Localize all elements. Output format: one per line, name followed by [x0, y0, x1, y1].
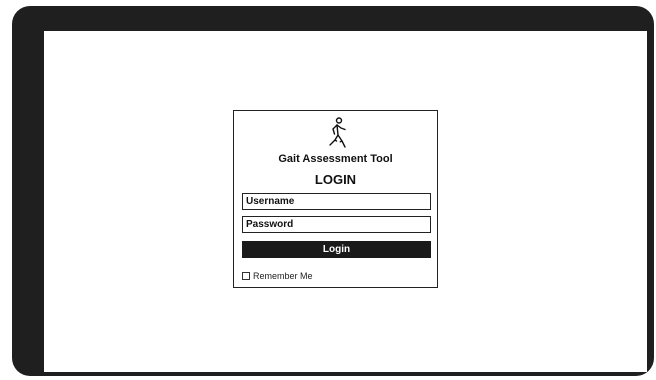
password-input[interactable]: [242, 216, 431, 233]
screen: Gait Assessment Tool LOGIN Login Remembe…: [44, 31, 647, 372]
login-heading: LOGIN: [314, 172, 357, 187]
remember-me-label: Remember Me: [253, 271, 313, 281]
device-frame: Gait Assessment Tool LOGIN Login Remembe…: [12, 6, 654, 376]
walking-person-icon: [329, 117, 346, 148]
remember-me[interactable]: Remember Me: [242, 271, 313, 281]
remember-me-checkbox[interactable]: [242, 272, 250, 280]
username-input[interactable]: [242, 193, 431, 210]
login-card: Gait Assessment Tool LOGIN Login Remembe…: [233, 110, 438, 288]
login-button[interactable]: Login: [242, 241, 431, 258]
app-title: Gait Assessment Tool: [278, 153, 393, 165]
